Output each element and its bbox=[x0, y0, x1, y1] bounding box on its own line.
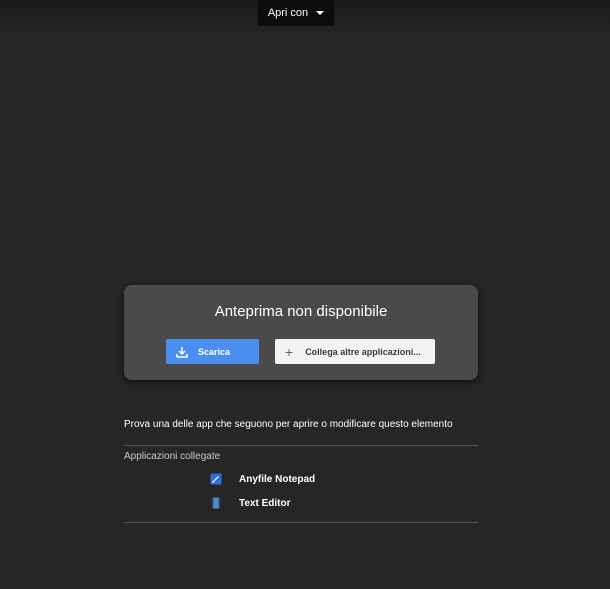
connected-apps-label: Applicazioni collegate bbox=[124, 451, 221, 462]
connect-apps-label: Collega altre applicazioni... bbox=[305, 346, 421, 357]
open-with-label: Apri con bbox=[267, 7, 309, 19]
chevron-down-icon bbox=[316, 11, 325, 15]
open-with-button[interactable]: Apri con bbox=[258, 0, 334, 26]
divider-bottom bbox=[124, 522, 478, 523]
download-icon bbox=[176, 346, 188, 358]
suggestion-text: Prova una delle app che seguono per apri… bbox=[124, 419, 453, 430]
preview-title: Anteprima non disponibile bbox=[214, 303, 388, 320]
app-item-text-editor[interactable]: Text Editor bbox=[210, 495, 290, 511]
preview-unavailable-card: Anteprima non disponibile Scarica + Coll… bbox=[124, 285, 478, 380]
app-name: Anyfile Notepad bbox=[239, 473, 316, 485]
plus-icon: + bbox=[285, 343, 294, 360]
app-item-anyfile-notepad[interactable]: Anyfile Notepad bbox=[210, 471, 315, 487]
download-label: Scarica bbox=[198, 346, 231, 357]
connect-apps-button[interactable]: + Collega altre applicazioni... bbox=[275, 339, 435, 364]
divider-top bbox=[124, 445, 478, 446]
download-button[interactable]: Scarica bbox=[166, 339, 259, 364]
app-name: Text Editor bbox=[239, 497, 291, 509]
notepad-icon bbox=[210, 473, 222, 485]
text-editor-icon bbox=[210, 497, 222, 509]
